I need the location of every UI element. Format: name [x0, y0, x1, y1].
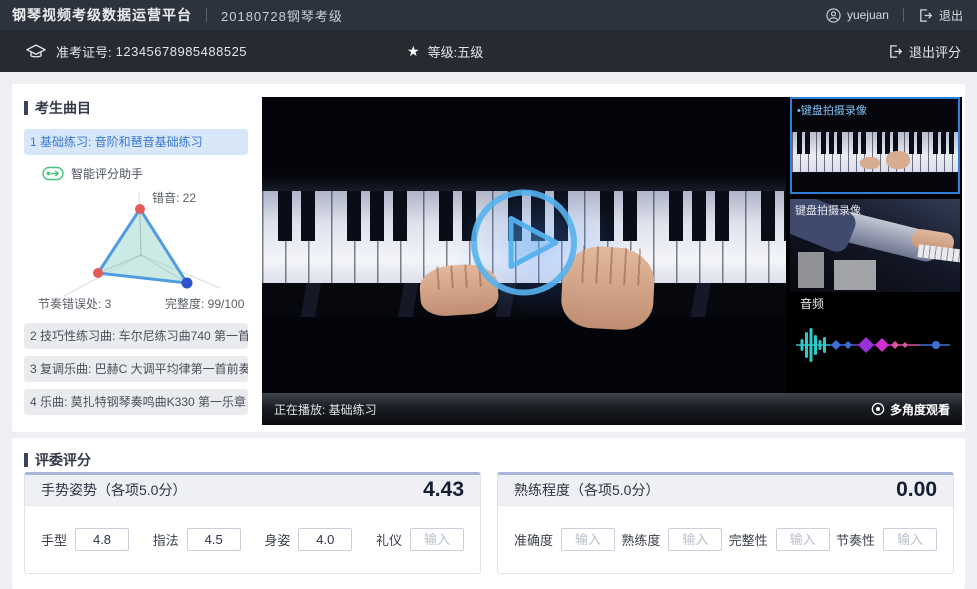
logout-icon — [918, 8, 933, 23]
navbar-divider — [206, 8, 207, 22]
level-label: 等级: — [428, 42, 458, 61]
now-playing-label: 正在播放: 基础练习 — [274, 401, 377, 418]
scoring-section-title-text: 评委评分 — [35, 450, 91, 470]
completeness-input[interactable] — [776, 528, 830, 551]
fingering-input[interactable] — [187, 528, 241, 551]
main-panel: 考生曲目 1 基础练习: 音阶和琶音基础练习 智能评分助手 — [12, 84, 965, 432]
field-label: 身姿 — [264, 530, 290, 549]
username[interactable]: yuejuan — [847, 8, 889, 22]
play-icon — [511, 219, 556, 267]
app-title: 钢琴视频考级数据运营平台 — [12, 5, 192, 25]
field-label: 熟练度 — [621, 530, 660, 549]
card-total-score: 0.00 — [896, 478, 937, 502]
ticket-label: 准考证号: — [56, 42, 112, 61]
field-label: 准确度 — [514, 530, 553, 549]
hand-shape-input[interactable] — [75, 528, 129, 551]
proficiency-input[interactable] — [668, 528, 722, 551]
proficiency-card: 熟练程度（各项5.0分） 0.00 准确度 熟练度 完整性 节奏性 — [497, 472, 954, 574]
radar-dot-wrong-notes — [135, 204, 145, 214]
card-title: 熟练程度（各项5.0分） — [514, 480, 659, 500]
play-button[interactable] — [466, 185, 582, 306]
field-label: 完整性 — [729, 530, 768, 549]
song-item-3[interactable]: 3 复调乐曲: 巴赫C 大调平均律第一首前奏曲 — [24, 356, 248, 382]
card-total-score: 4.43 — [423, 478, 464, 502]
accuracy-input[interactable] — [561, 528, 615, 551]
smart-assistant-icon — [42, 166, 64, 181]
thumbnail-keyboard-cam-2[interactable]: 键盘拍摄录像 — [790, 199, 960, 292]
radar-label-completeness: 完整度: 99/100 — [165, 296, 245, 311]
song-item-2[interactable]: 2 技巧性练习曲: 车尔尼练习曲740 第一首 — [24, 323, 248, 349]
exit-scoring-icon — [888, 44, 903, 59]
radar-label-wrong-notes: 错音: 22 — [152, 190, 196, 205]
ticket-number: 12345678985488525 — [116, 44, 247, 59]
thumbnail-1-label: •键盘拍摄录像 — [797, 102, 867, 118]
songs-section-title-text: 考生曲目 — [35, 98, 91, 118]
field-completeness: 完整性 — [729, 528, 830, 551]
posture-input[interactable] — [298, 528, 352, 551]
exit-scoring-button[interactable]: 退出评分 — [888, 42, 961, 61]
video-player: •键盘拍摄录像 键盘拍摄录像 音频 — [262, 97, 962, 425]
radar-dot-completeness — [182, 278, 193, 289]
level-value: 五级 — [457, 42, 483, 61]
top-navbar: 钢琴视频考级数据运营平台 20180728钢琴考级 yuejuan 退出 — [0, 0, 977, 30]
multi-angle-icon — [871, 402, 885, 416]
field-posture: 身姿 — [264, 528, 352, 551]
mini-black-keys — [792, 132, 958, 154]
assistant-row: 智能评分助手 — [42, 165, 143, 182]
songs-section-title: 考生曲目 — [24, 98, 91, 118]
song-item-4[interactable]: 4 乐曲: 莫扎特钢琴奏鸣曲K330 第一乐章 — [24, 389, 248, 415]
field-accuracy: 准确度 — [514, 528, 615, 551]
logout-label: 退出 — [939, 7, 963, 24]
mini-left-hand — [860, 157, 880, 169]
audio-waveform — [788, 317, 962, 378]
graduation-cap-icon — [26, 43, 46, 60]
scoring-panel: 评委评分 手势姿势（各项5.0分） 4.43 手型 指法 身姿 — [12, 438, 965, 589]
navbar-divider — [903, 8, 904, 22]
user-avatar-icon — [826, 8, 841, 23]
logout-button[interactable]: 退出 — [918, 7, 963, 24]
radar-area — [98, 209, 187, 283]
card-header: 手势姿势（各项5.0分） 4.43 — [25, 475, 480, 506]
main-video[interactable] — [262, 97, 786, 393]
rhythm-input[interactable] — [883, 528, 937, 551]
radar-label-rhythm-errors: 节奏错误处: 3 — [38, 297, 112, 311]
song-item-1[interactable]: 1 基础练习: 音阶和琶音基础练习 — [24, 129, 248, 155]
section-title-bar — [24, 101, 28, 115]
field-hand-shape: 手型 — [41, 528, 129, 551]
card-title: 手势姿势（各项5.0分） — [41, 480, 186, 500]
radar-dot-rhythm-errors — [93, 268, 103, 278]
card-body: 手型 指法 身姿 礼仪 — [25, 506, 480, 572]
card-body: 准确度 熟练度 完整性 节奏性 — [498, 506, 953, 572]
app-screen: 钢琴视频考级数据运营平台 20180728钢琴考级 yuejuan 退出 准考证… — [0, 0, 977, 589]
gesture-posture-card: 手势姿势（各项5.0分） 4.43 手型 指法 身姿 礼仪 — [24, 472, 481, 574]
etiquette-input[interactable] — [410, 528, 464, 551]
field-label: 指法 — [153, 530, 179, 549]
scoring-section-title: 评委评分 — [24, 450, 91, 470]
radar-chart: 错音: 22 节奏错误处: 3 完整度: 99/100 — [24, 184, 248, 312]
field-label: 手型 — [41, 530, 67, 549]
bench-block — [834, 260, 876, 290]
pedal-block — [798, 252, 824, 288]
thumbnail-2-label: 键盘拍摄录像 — [795, 202, 861, 218]
field-proficiency: 熟练度 — [621, 528, 722, 551]
mini-right-hand — [886, 151, 910, 169]
card-header: 熟练程度（各项5.0分） 0.00 — [498, 475, 953, 506]
star-icon: ★ — [407, 43, 420, 60]
field-fingering: 指法 — [153, 528, 241, 551]
multi-angle-button[interactable]: 多角度观看 — [871, 401, 950, 418]
field-label: 节奏性 — [836, 530, 875, 549]
exit-scoring-label: 退出评分 — [909, 42, 961, 61]
assistant-label: 智能评分助手 — [71, 165, 143, 182]
audio-label: 音频 — [800, 295, 824, 312]
session-title: 20180728钢琴考级 — [221, 6, 343, 25]
angle-sidebar: •键盘拍摄录像 键盘拍摄录像 音频 — [788, 97, 962, 393]
field-label: 礼仪 — [376, 530, 402, 549]
thumbnail-keyboard-cam-1[interactable]: •键盘拍摄录像 — [790, 97, 960, 194]
section-title-bar — [24, 453, 28, 467]
player-bottom-bar: 正在播放: 基础练习 多角度观看 — [262, 393, 962, 425]
field-etiquette: 礼仪 — [376, 528, 464, 551]
field-rhythm: 节奏性 — [836, 528, 937, 551]
sub-navbar: 准考证号: 12345678985488525 ★ 等级: 五级 退出评分 — [0, 30, 977, 72]
